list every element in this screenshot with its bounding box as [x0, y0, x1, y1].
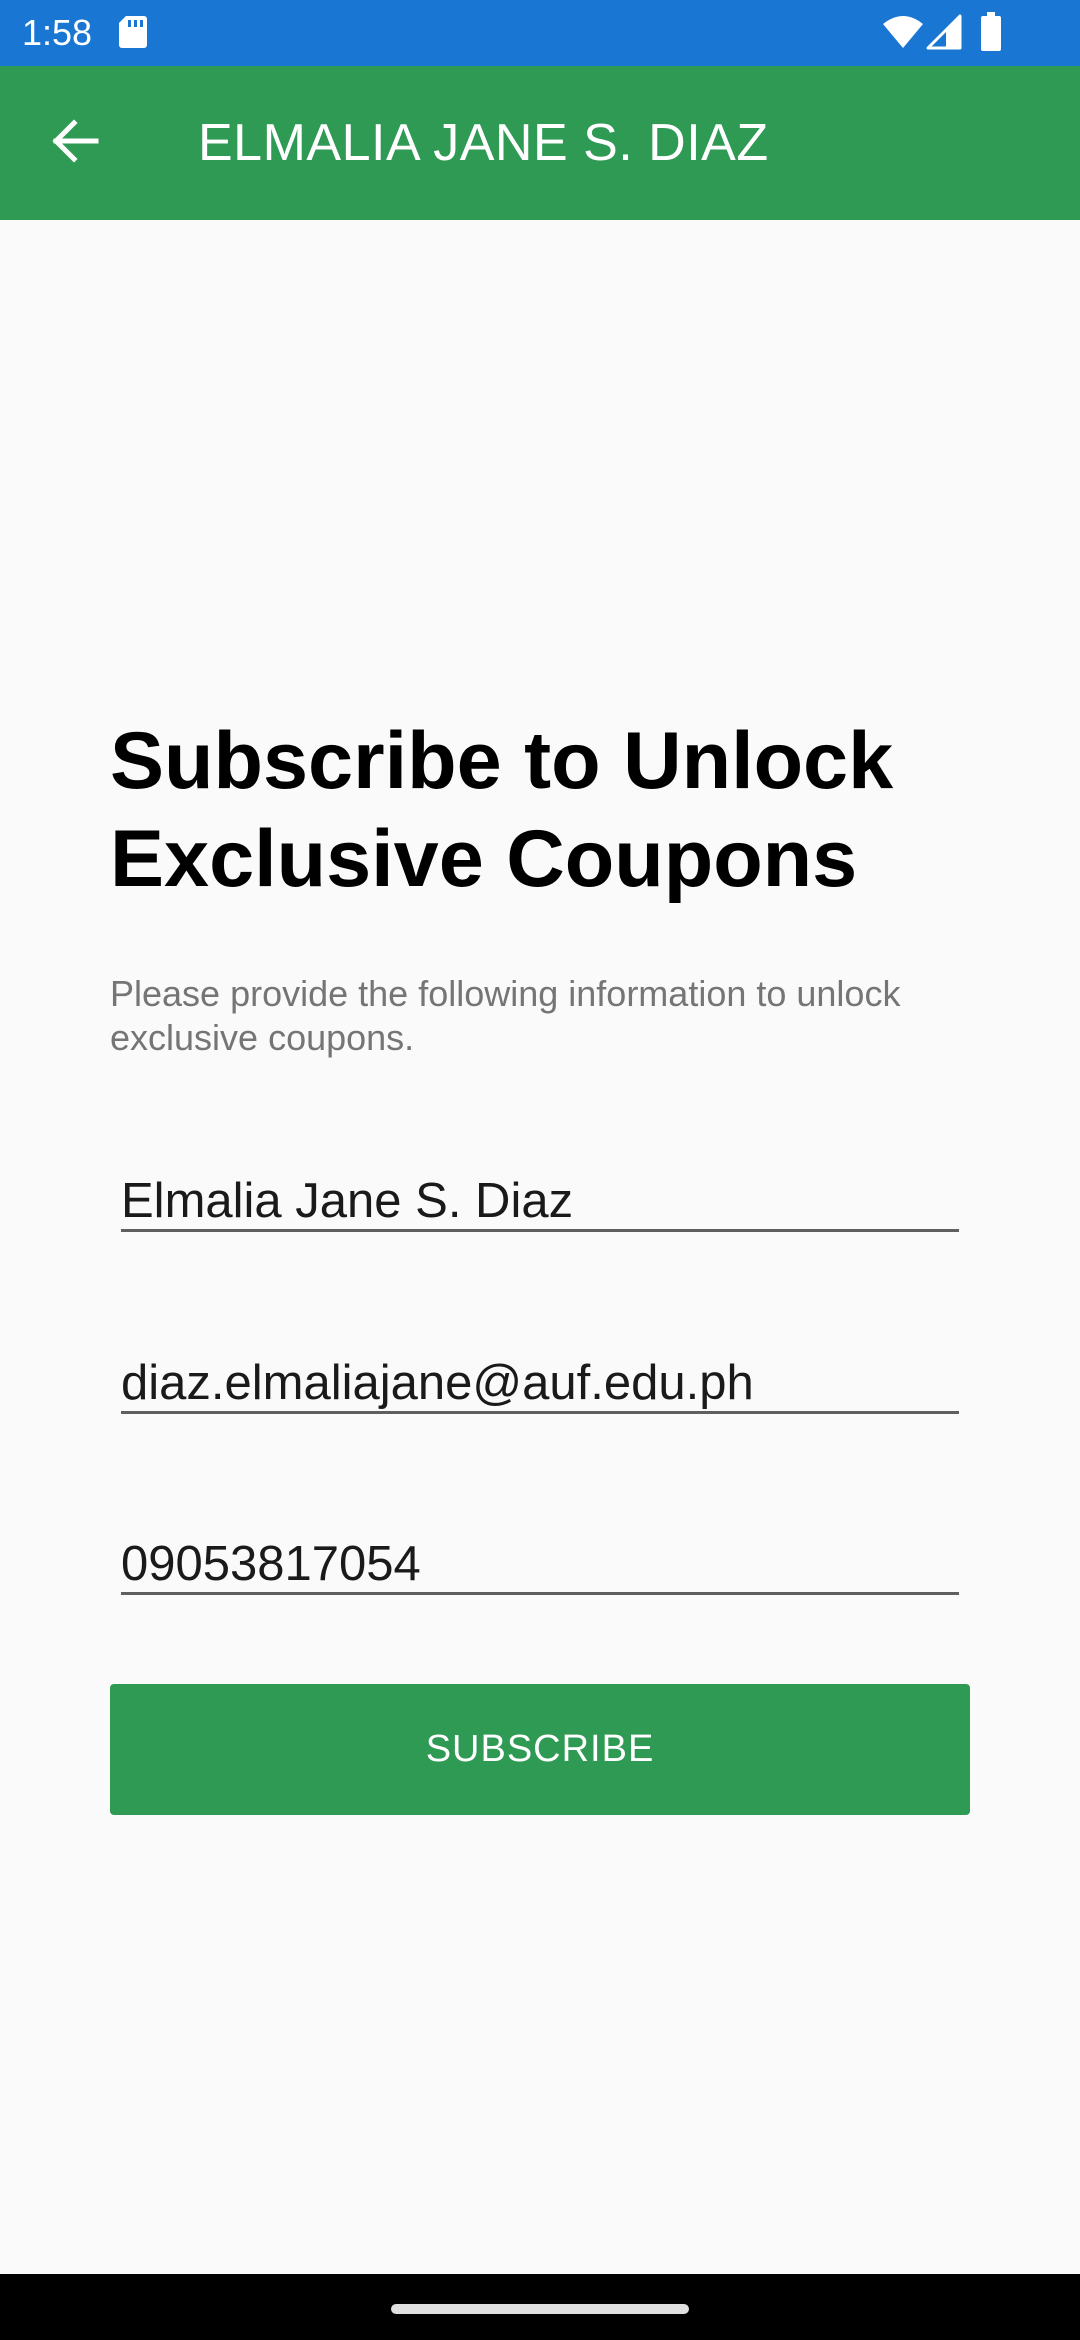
name-field[interactable]	[121, 1172, 959, 1232]
subscribe-button[interactable]: SUBSCRIBE	[110, 1684, 970, 1815]
home-handle[interactable]	[391, 2304, 689, 2314]
status-bar: 1:58	[0, 0, 1080, 66]
email-field[interactable]	[121, 1354, 959, 1414]
sd-card-icon	[118, 14, 148, 50]
page-title: Subscribe to Unlock Exclusive Coupons	[110, 716, 894, 904]
page-subtitle: Please provide the following information…	[110, 973, 901, 1058]
signal-icon	[926, 14, 962, 50]
back-button[interactable]	[30, 106, 120, 176]
status-time: 1:58	[22, 12, 93, 53]
app-bar: ELMALIA JANE S. DIAZ	[0, 66, 1080, 220]
battery-icon	[980, 12, 1002, 52]
navigation-bar	[0, 2274, 1080, 2340]
app-title: ELMALIA JANE S. DIAZ	[198, 114, 769, 172]
phone-field[interactable]	[121, 1535, 959, 1595]
wifi-icon	[882, 14, 924, 50]
arrow-back-icon	[52, 119, 99, 163]
